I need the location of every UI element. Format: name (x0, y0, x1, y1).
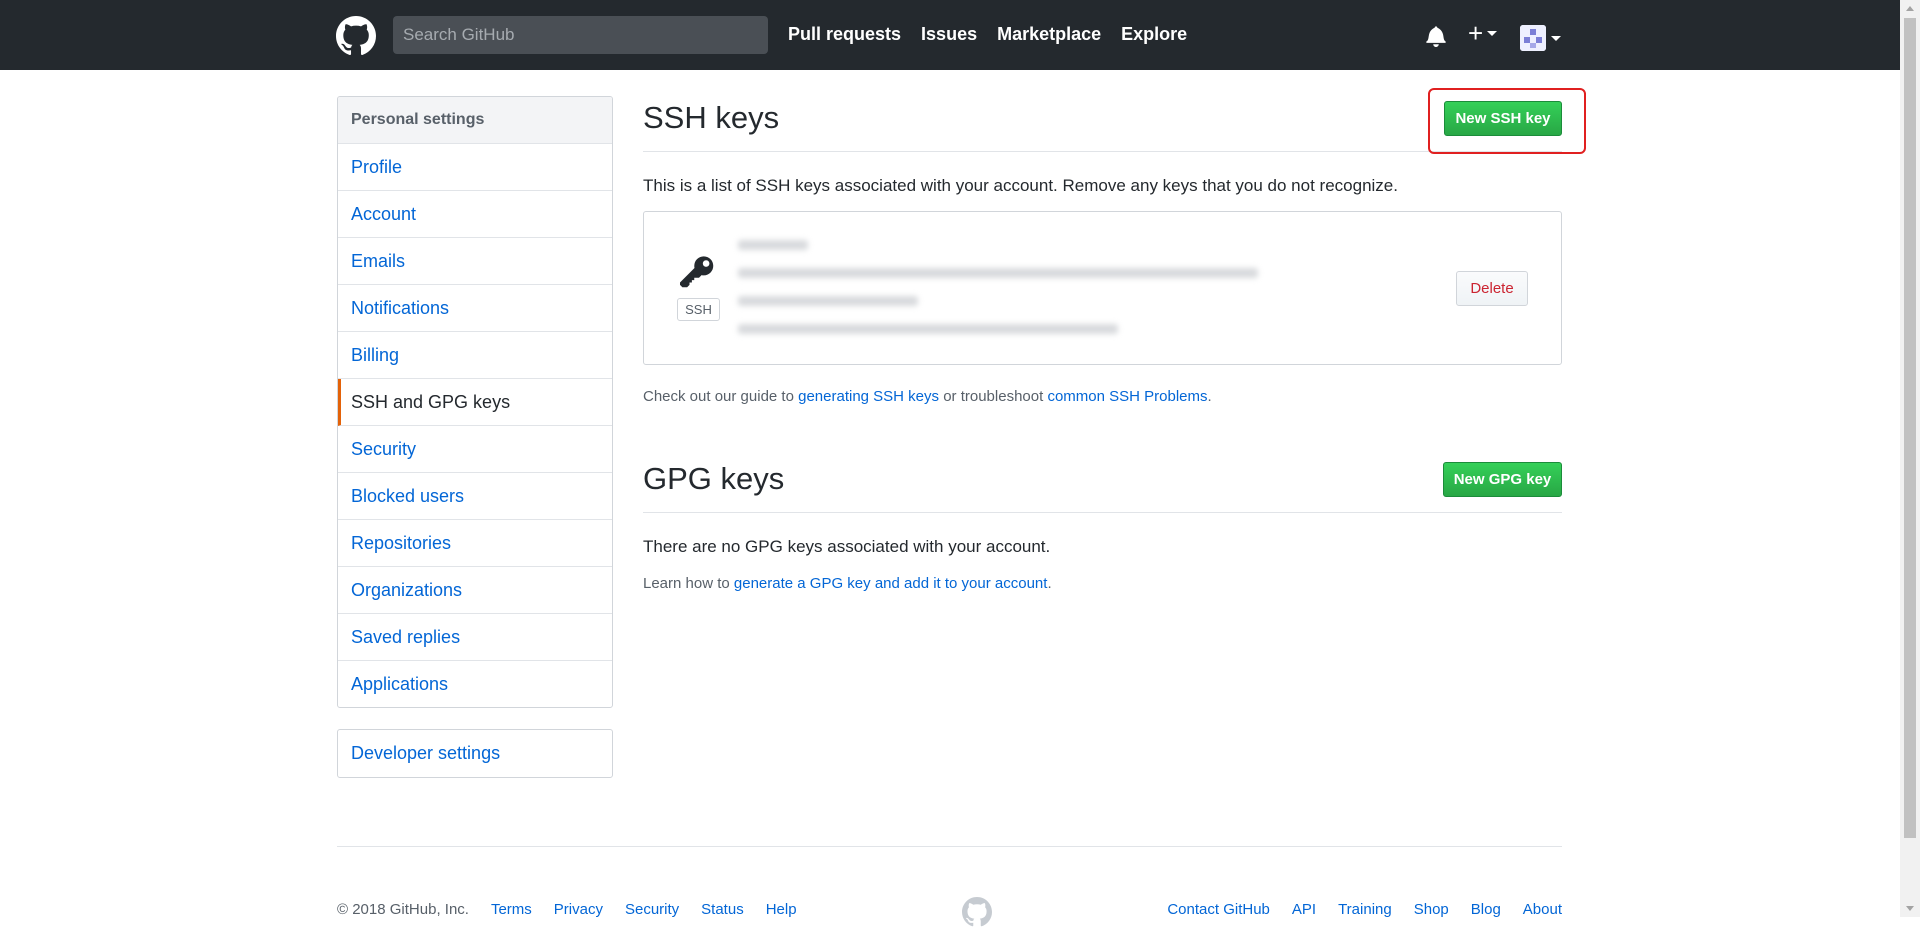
ssh-guide-prefix: Check out our guide to (643, 388, 799, 405)
gpg-title-divider (643, 512, 1562, 513)
gpg-learn-text: Learn how to generate a GPG key and add … (643, 575, 1052, 592)
main-nav: Pull requests Issues Marketplace Explore (788, 24, 1187, 45)
gpg-learn-suffix: . (1047, 575, 1052, 592)
footer-link-status[interactable]: Status (701, 901, 744, 918)
nav-issues[interactable]: Issues (921, 24, 977, 45)
ssh-key-item: SSH Delete (643, 211, 1562, 365)
nav-marketplace[interactable]: Marketplace (997, 24, 1101, 45)
ssh-title-divider (643, 151, 1562, 152)
sidebar-item-notifications[interactable]: Notifications (338, 285, 612, 332)
create-new-menu[interactable]: + (1468, 18, 1498, 48)
gpg-learn-prefix: Learn how to (643, 575, 734, 592)
footer-link-help[interactable]: Help (766, 901, 797, 918)
nav-explore[interactable]: Explore (1121, 24, 1187, 45)
scroll-up-arrow-icon[interactable] (1906, 6, 1914, 11)
sidebar-item-developer-settings[interactable]: Developer settings (338, 730, 612, 777)
footer-link-terms[interactable]: Terms (491, 901, 532, 918)
sidebar-item-billing[interactable]: Billing (338, 332, 612, 379)
bell-icon[interactable] (1426, 25, 1446, 47)
avatar (1520, 25, 1546, 51)
footer-link-contact[interactable]: Contact GitHub (1167, 901, 1270, 918)
sidebar-item-profile[interactable]: Profile (338, 144, 612, 191)
sidebar-item-applications[interactable]: Applications (338, 661, 612, 707)
footer-link-shop[interactable]: Shop (1414, 901, 1449, 918)
settings-sidebar: Personal settings Profile Account Emails… (337, 96, 613, 708)
vertical-scrollbar[interactable] (1900, 0, 1920, 917)
footer-right: Contact GitHub API Training Shop Blog Ab… (1167, 901, 1562, 918)
chevron-down-icon (1487, 30, 1498, 36)
ssh-type-badge: SSH (677, 298, 720, 321)
sidebar-item-repositories[interactable]: Repositories (338, 520, 612, 567)
sidebar-item-blocked-users[interactable]: Blocked users (338, 473, 612, 520)
ssh-guide-text: Check out our guide to generating SSH ke… (643, 388, 1212, 405)
footer-link-security[interactable]: Security (625, 901, 679, 918)
footer-divider (337, 846, 1562, 847)
redacted-key-details (738, 240, 1278, 340)
ssh-keys-title: SSH keys (643, 100, 780, 135)
generating-ssh-keys-link[interactable]: generating SSH keys (798, 388, 939, 405)
scrollbar-thumb[interactable] (1904, 18, 1916, 838)
gpg-keys-title: GPG keys (643, 461, 785, 496)
sidebar-item-ssh-gpg-keys[interactable]: SSH and GPG keys (338, 379, 612, 426)
chevron-down-icon (1551, 35, 1561, 41)
delete-ssh-key-button[interactable]: Delete (1456, 271, 1528, 306)
copyright: © 2018 GitHub, Inc. (337, 901, 469, 918)
footer-left: © 2018 GitHub, Inc. Terms Privacy Securi… (337, 901, 797, 918)
sidebar-item-security[interactable]: Security (338, 426, 612, 473)
top-header: Pull requests Issues Marketplace Explore… (0, 0, 1920, 70)
plus-icon: + (1468, 18, 1484, 48)
search-input[interactable] (393, 16, 768, 54)
generate-gpg-key-link[interactable]: generate a GPG key and add it to your ac… (734, 575, 1048, 592)
scroll-down-arrow-icon[interactable] (1906, 906, 1914, 911)
gpg-empty-text: There are no GPG keys associated with yo… (643, 537, 1051, 556)
nav-pull-requests[interactable]: Pull requests (788, 24, 901, 45)
footer-link-about[interactable]: About (1523, 901, 1562, 918)
footer-link-training[interactable]: Training (1338, 901, 1392, 918)
common-ssh-problems-link[interactable]: common SSH Problems (1047, 388, 1207, 405)
ssh-guide-middle: or troubleshoot (939, 388, 1048, 405)
github-mark-icon[interactable] (962, 897, 992, 927)
sidebar-item-organizations[interactable]: Organizations (338, 567, 612, 614)
new-ssh-key-button[interactable]: New SSH key (1444, 101, 1562, 136)
sidebar-heading: Personal settings (338, 97, 612, 144)
sidebar-item-emails[interactable]: Emails (338, 238, 612, 285)
footer-link-privacy[interactable]: Privacy (554, 901, 603, 918)
footer-link-blog[interactable]: Blog (1471, 901, 1501, 918)
github-logo-icon[interactable] (336, 16, 376, 56)
new-gpg-key-button[interactable]: New GPG key (1443, 462, 1562, 497)
footer-link-api[interactable]: API (1292, 901, 1316, 918)
ssh-description: This is a list of SSH keys associated wi… (643, 176, 1398, 195)
ssh-guide-suffix: . (1207, 388, 1212, 405)
developer-settings-box: Developer settings (337, 729, 613, 778)
sidebar-item-account[interactable]: Account (338, 191, 612, 238)
user-menu[interactable] (1520, 25, 1561, 51)
sidebar-item-saved-replies[interactable]: Saved replies (338, 614, 612, 661)
key-icon (680, 256, 714, 288)
